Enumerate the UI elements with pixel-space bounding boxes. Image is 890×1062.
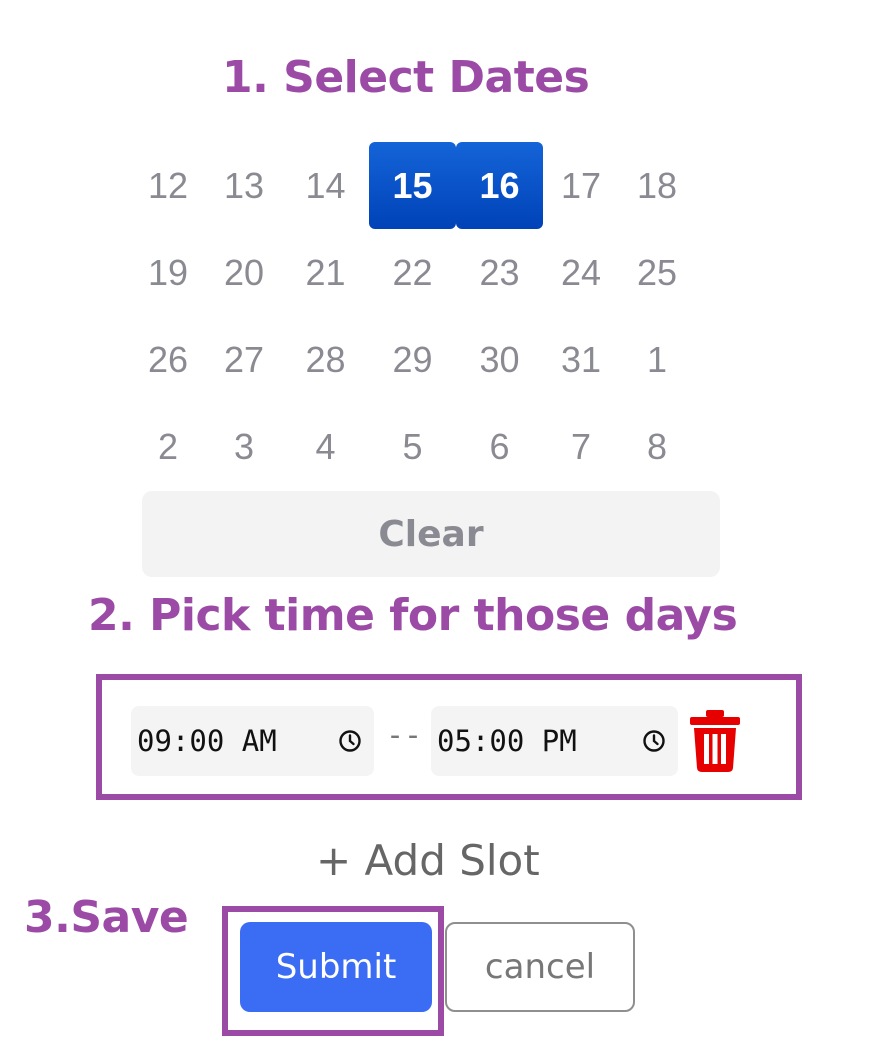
calendar-week-row: 19 20 21 22 23 24 25: [130, 229, 730, 316]
calendar-day[interactable]: 2: [130, 403, 206, 490]
end-time-value: 05:00 PM: [437, 724, 577, 758]
start-time-value: 09:00 AM: [137, 724, 277, 758]
start-time-input[interactable]: 09:00 AM: [131, 706, 374, 776]
calendar-day[interactable]: 14: [282, 142, 369, 229]
clock-icon[interactable]: [642, 729, 666, 753]
calendar-week-row: 26 27 28 29 30 31 1: [130, 316, 730, 403]
clock-icon[interactable]: [338, 729, 362, 753]
calendar-day[interactable]: 8: [619, 403, 695, 490]
calendar-day[interactable]: 31: [543, 316, 619, 403]
calendar-day[interactable]: 26: [130, 316, 206, 403]
calendar-day[interactable]: 21: [282, 229, 369, 316]
calendar-day[interactable]: 20: [206, 229, 282, 316]
calendar-day[interactable]: 19: [130, 229, 206, 316]
trash-icon[interactable]: [688, 710, 742, 772]
calendar-day[interactable]: 1: [619, 316, 695, 403]
cancel-button[interactable]: cancel: [445, 922, 635, 1012]
calendar-day[interactable]: 24: [543, 229, 619, 316]
calendar-day[interactable]: 5: [369, 403, 456, 490]
calendar-day[interactable]: 27: [206, 316, 282, 403]
calendar-day[interactable]: 7: [543, 403, 619, 490]
step-2-annotation: 2. Pick time for those days: [88, 590, 738, 641]
calendar-day[interactable]: 4: [282, 403, 369, 490]
calendar-day[interactable]: 29: [369, 316, 456, 403]
calendar-day[interactable]: 30: [456, 316, 543, 403]
end-time-input[interactable]: 05:00 PM: [431, 706, 678, 776]
calendar-day[interactable]: 28: [282, 316, 369, 403]
calendar-day[interactable]: 3: [206, 403, 282, 490]
calendar-day[interactable]: 25: [619, 229, 695, 316]
calendar-week-row: 2 3 4 5 6 7 8: [130, 403, 730, 490]
date-picker-calendar: 12 13 14 15 16 17 18 19 20 21 22 23 24 2…: [130, 142, 730, 490]
submit-button[interactable]: Submit: [240, 922, 432, 1012]
calendar-day-selected[interactable]: 16: [456, 142, 543, 229]
calendar-day-selected[interactable]: 15: [369, 142, 456, 229]
add-slot-link[interactable]: + Add Slot: [316, 836, 540, 885]
calendar-week-row: 12 13 14 15 16 17 18: [130, 142, 730, 229]
calendar-day[interactable]: 13: [206, 142, 282, 229]
calendar-day[interactable]: 6: [456, 403, 543, 490]
calendar-day[interactable]: 23: [456, 229, 543, 316]
clear-button[interactable]: Clear: [142, 491, 720, 577]
calendar-day[interactable]: 18: [619, 142, 695, 229]
step-3-annotation: 3.Save: [24, 892, 189, 943]
step-1-annotation: 1. Select Dates: [222, 52, 590, 103]
calendar-day[interactable]: 22: [369, 229, 456, 316]
calendar-day[interactable]: 17: [543, 142, 619, 229]
calendar-day[interactable]: 12: [130, 142, 206, 229]
time-range-separator: --: [386, 718, 423, 753]
